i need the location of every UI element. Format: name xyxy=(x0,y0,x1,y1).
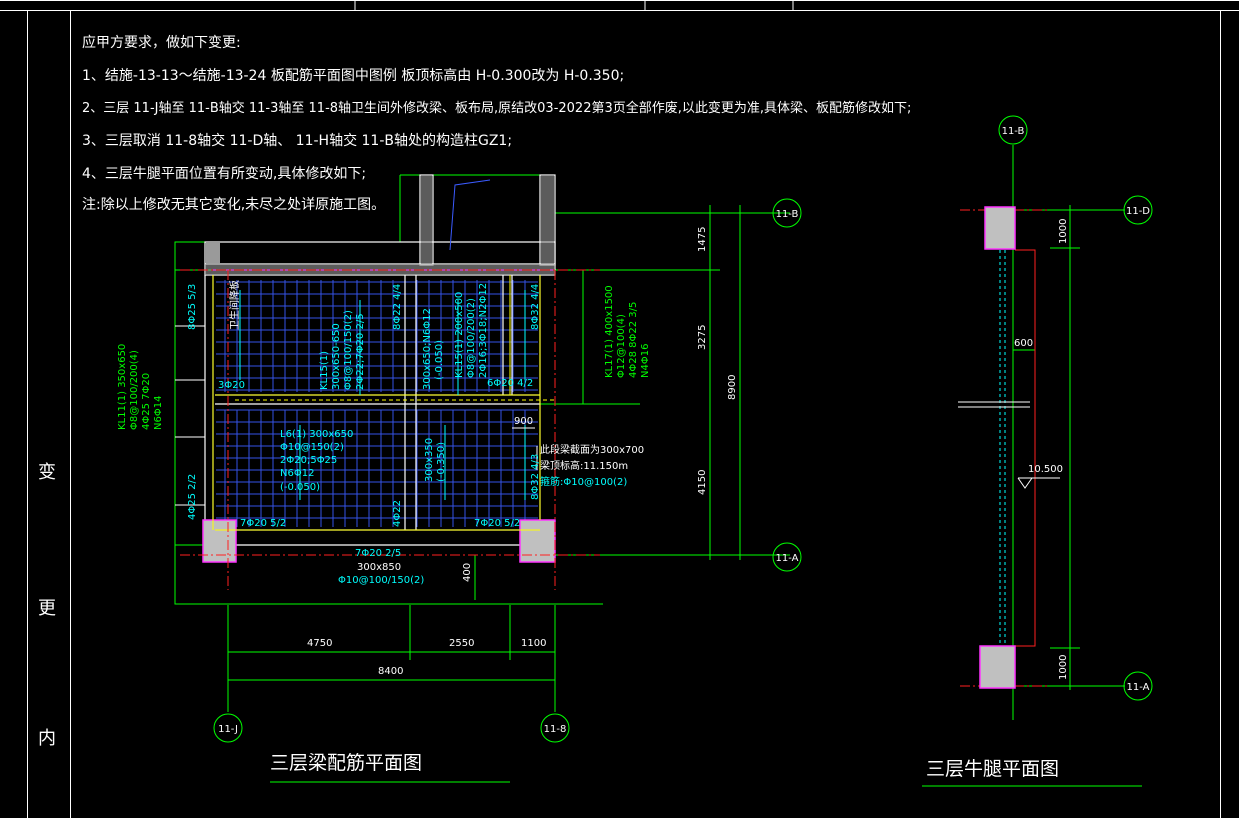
axis-11-J: 11-J xyxy=(218,724,238,735)
side-label-char-3: 内 xyxy=(38,728,56,749)
misc-12: 卫生间降板 xyxy=(228,280,241,330)
misc-2: 8Φ22 4/4 xyxy=(392,284,403,330)
note-line-0: 应甲方要求，做如下变更: xyxy=(82,35,241,51)
corbel-title: 三层牛腿平面图 xyxy=(926,758,1060,780)
misc-6: 7Φ20 5/2 xyxy=(240,518,286,529)
corbel-axis-top: 11-B xyxy=(1002,126,1025,137)
dim-4750: 4750 xyxy=(307,638,332,649)
beam-plan xyxy=(174,174,802,743)
label-kl17-2: Φ12@100(4) xyxy=(616,314,627,378)
note-line-1: 1、结施-13-13～结施-13-24 板配筋平面图中图例 板顶标高由 H-0.… xyxy=(82,68,625,84)
label-kl15b-2: Φ8@100/200(2) xyxy=(466,298,477,378)
label-l6-2: Φ10@150(2) xyxy=(280,442,344,453)
note-right-2: 梁顶标高:11.150m xyxy=(540,459,628,472)
note-line-5: 注:除以上修改无其它变化,未尽之处详原施工图。 xyxy=(82,197,386,213)
label-l6-3: 2Φ20;5Φ25 xyxy=(280,455,337,466)
dim-2550: 2550 xyxy=(449,638,474,649)
label-kl11-3: 4Φ25 7Φ20 xyxy=(141,373,152,430)
dim-8900: 8900 xyxy=(727,375,738,400)
label-bottom-1: 7Φ20 2/5 xyxy=(355,548,401,559)
misc-3: 8Φ32 4/4 xyxy=(530,284,541,330)
label-kl17-1: KL17(1) 400x1500 xyxy=(604,285,615,378)
corbel-dim-elev: 10.500 xyxy=(1028,464,1063,475)
label-kl15b-3: 2Φ16;3Φ18;N2Φ12 xyxy=(478,283,489,378)
note-line-4: 4、三层牛腿平面位置有所变动,具体修改如下; xyxy=(82,166,367,182)
dim-400: 400 xyxy=(462,563,473,582)
label-kl11-1: KL11(1) 350x650 xyxy=(117,344,128,430)
misc-4: 3Φ20 xyxy=(218,380,245,391)
label-bottom-2: 300x850 xyxy=(357,562,401,573)
misc-1: 8Φ25 5/3 xyxy=(187,284,198,330)
note-line-3: 3、三层取消 11-8轴交 11-D轴、 11-H轴交 11-B轴处的构造柱GZ… xyxy=(82,133,513,149)
plan-title: 三层梁配筋平面图 xyxy=(270,752,423,774)
corbel-dim-600: 600 xyxy=(1014,338,1033,349)
label-kl15-4: 2Φ22;7Φ20 2/5 xyxy=(355,313,366,390)
axis-11-B-plan: 11-B xyxy=(776,209,799,220)
corbel-axis-right-top: 11-D xyxy=(1126,206,1150,217)
corbel-dim-1000-top: 1000 xyxy=(1058,219,1069,244)
label-kl17-4: N4Φ16 xyxy=(640,344,651,378)
misc-7: 7Φ20 5/2 xyxy=(474,518,520,529)
dim-1475: 1475 xyxy=(697,227,708,252)
cad-drawing: KL11(1) 350x650 Φ8@100/200(4) 4Φ25 7Φ20 … xyxy=(0,0,1239,818)
label-mid2-1: 300x350 xyxy=(424,438,435,482)
label-l6-5: (-0.050) xyxy=(280,482,320,493)
misc-8: 4Φ25 2/2 xyxy=(187,474,198,520)
note-right-1: 此段梁截面为300x700 xyxy=(540,443,644,456)
note-right-3: 箍筋:Φ10@100(2) xyxy=(540,475,627,488)
label-kl11-4: N6Φ14 xyxy=(153,396,164,430)
corbel-plan xyxy=(958,115,1153,720)
misc-5: 6Φ20 4/2 xyxy=(487,378,533,389)
axis-11-A-plan: 11-A xyxy=(776,553,799,564)
label-kl15-1: KL15(1) xyxy=(319,351,330,390)
plan-annotations: KL11(1) 350x650 Φ8@100/200(4) 4Φ25 7Φ20 … xyxy=(117,280,651,586)
note-line-2: 2、三层 11-J轴至 11-B轴交 11-3轴至 11-8轴卫生间外修改梁、板… xyxy=(82,101,912,116)
axis-11-8: 11-8 xyxy=(544,724,567,735)
misc-11: 900 xyxy=(514,416,533,427)
label-kl11-2: Φ8@100/200(4) xyxy=(129,350,140,430)
corbel-axis-right-bottom: 11-A xyxy=(1127,682,1150,693)
drawing-frame xyxy=(0,0,1239,818)
label-bottom-3: Φ10@100/150(2) xyxy=(338,575,424,586)
label-kl15b-1: KL15(1) 200x500 xyxy=(454,292,465,378)
label-kl15-3: Φ8@100/150(2) xyxy=(343,310,354,390)
side-label-char-1: 变 xyxy=(38,462,56,483)
label-mid1-2: (-0.050) xyxy=(434,340,445,380)
label-kl17-3: 4Φ28 8Φ22 3/5 xyxy=(628,302,639,378)
dim-4150: 4150 xyxy=(697,470,708,495)
corbel-text: 11-B 11-D 11-A 1000 600 10.500 1000 xyxy=(1002,126,1151,693)
dim-1100: 1100 xyxy=(521,638,546,649)
misc-10: 8Φ32 4/3 xyxy=(530,454,541,500)
label-l6-1: L6(1) 300x650 xyxy=(280,429,353,440)
label-kl15-2: 300x650-650 xyxy=(331,323,342,390)
dim-8400: 8400 xyxy=(378,666,403,677)
corbel-dim-1000-bottom: 1000 xyxy=(1058,655,1069,680)
side-label-char-2: 更 xyxy=(38,598,56,619)
dim-3275: 3275 xyxy=(697,325,708,350)
label-mid2-2: (-0.350) xyxy=(436,442,447,482)
label-l6-4: N6Φ12 xyxy=(280,468,314,479)
misc-9: 4Φ22 xyxy=(392,500,403,527)
label-mid1-1: 300x650;N6Φ12 xyxy=(422,308,433,390)
